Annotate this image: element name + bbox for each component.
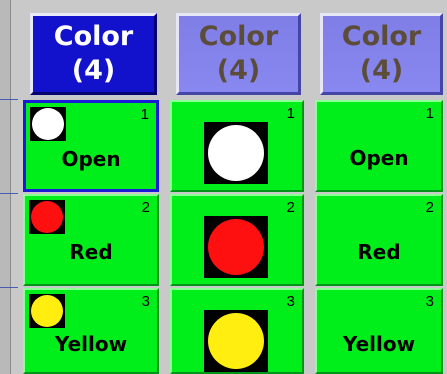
red-circle-icon: [31, 201, 63, 233]
row-divider: [0, 193, 18, 194]
preset-cell-yellow-swatch[interactable]: 3: [170, 288, 304, 374]
preset-cell-yellow-name[interactable]: 3 Yellow: [315, 288, 443, 374]
preset-number: 3: [141, 293, 150, 310]
preset-number: 1: [286, 105, 295, 122]
preset-number: 3: [286, 293, 295, 310]
preset-cell-yellow-name-swatch[interactable]: 3 Yellow: [23, 288, 159, 374]
preset-number: 1: [140, 106, 149, 123]
preset-cell-open-swatch[interactable]: 1: [170, 100, 304, 192]
preset-cell-red-name[interactable]: 2 Red: [315, 194, 443, 286]
preset-number: 3: [425, 293, 434, 310]
row-divider: [0, 287, 18, 288]
color-swatch-large: [204, 122, 268, 184]
column-header-title: Color: [341, 21, 422, 52]
color-swatch-small: [29, 294, 65, 328]
preset-number: 1: [425, 105, 434, 122]
preset-label: Yellow: [342, 332, 416, 356]
white-circle-icon: [32, 108, 64, 140]
color-swatch-small: [29, 200, 65, 234]
color-swatch-large: [204, 310, 268, 372]
column-header-2[interactable]: Color (4): [176, 13, 301, 95]
white-circle-icon: [208, 125, 264, 181]
preset-label: Yellow: [54, 332, 128, 356]
column-header-1[interactable]: Color (4): [30, 13, 157, 95]
column-header-title: Color: [198, 21, 279, 52]
preset-label: Red: [357, 240, 401, 264]
column-header-count: (4): [359, 55, 404, 86]
preset-cell-red-name-swatch[interactable]: 2 Red: [23, 194, 159, 286]
yellow-circle-icon: [208, 313, 264, 369]
preset-cell-open-name-swatch[interactable]: 1 Open: [23, 100, 159, 192]
red-circle-icon: [208, 219, 264, 275]
preset-label: Red: [69, 240, 113, 264]
preset-number: 2: [286, 199, 295, 216]
preset-number: 2: [425, 199, 434, 216]
row-divider: [0, 99, 18, 100]
preset-cell-red-swatch[interactable]: 2: [170, 194, 304, 286]
column-header-3[interactable]: Color (4): [320, 13, 443, 95]
preset-label: Open: [61, 147, 121, 171]
preset-number: 2: [141, 199, 150, 216]
color-swatch-small: [30, 107, 66, 141]
left-edge-strip: [0, 0, 11, 374]
column-header-count: (4): [71, 55, 116, 86]
column-header-count: (4): [216, 55, 261, 86]
preset-label: Open: [349, 146, 409, 170]
column-header-title: Color: [53, 21, 134, 52]
preset-cell-open-name[interactable]: 1 Open: [315, 100, 443, 192]
yellow-circle-icon: [31, 295, 63, 327]
color-swatch-large: [204, 216, 268, 278]
